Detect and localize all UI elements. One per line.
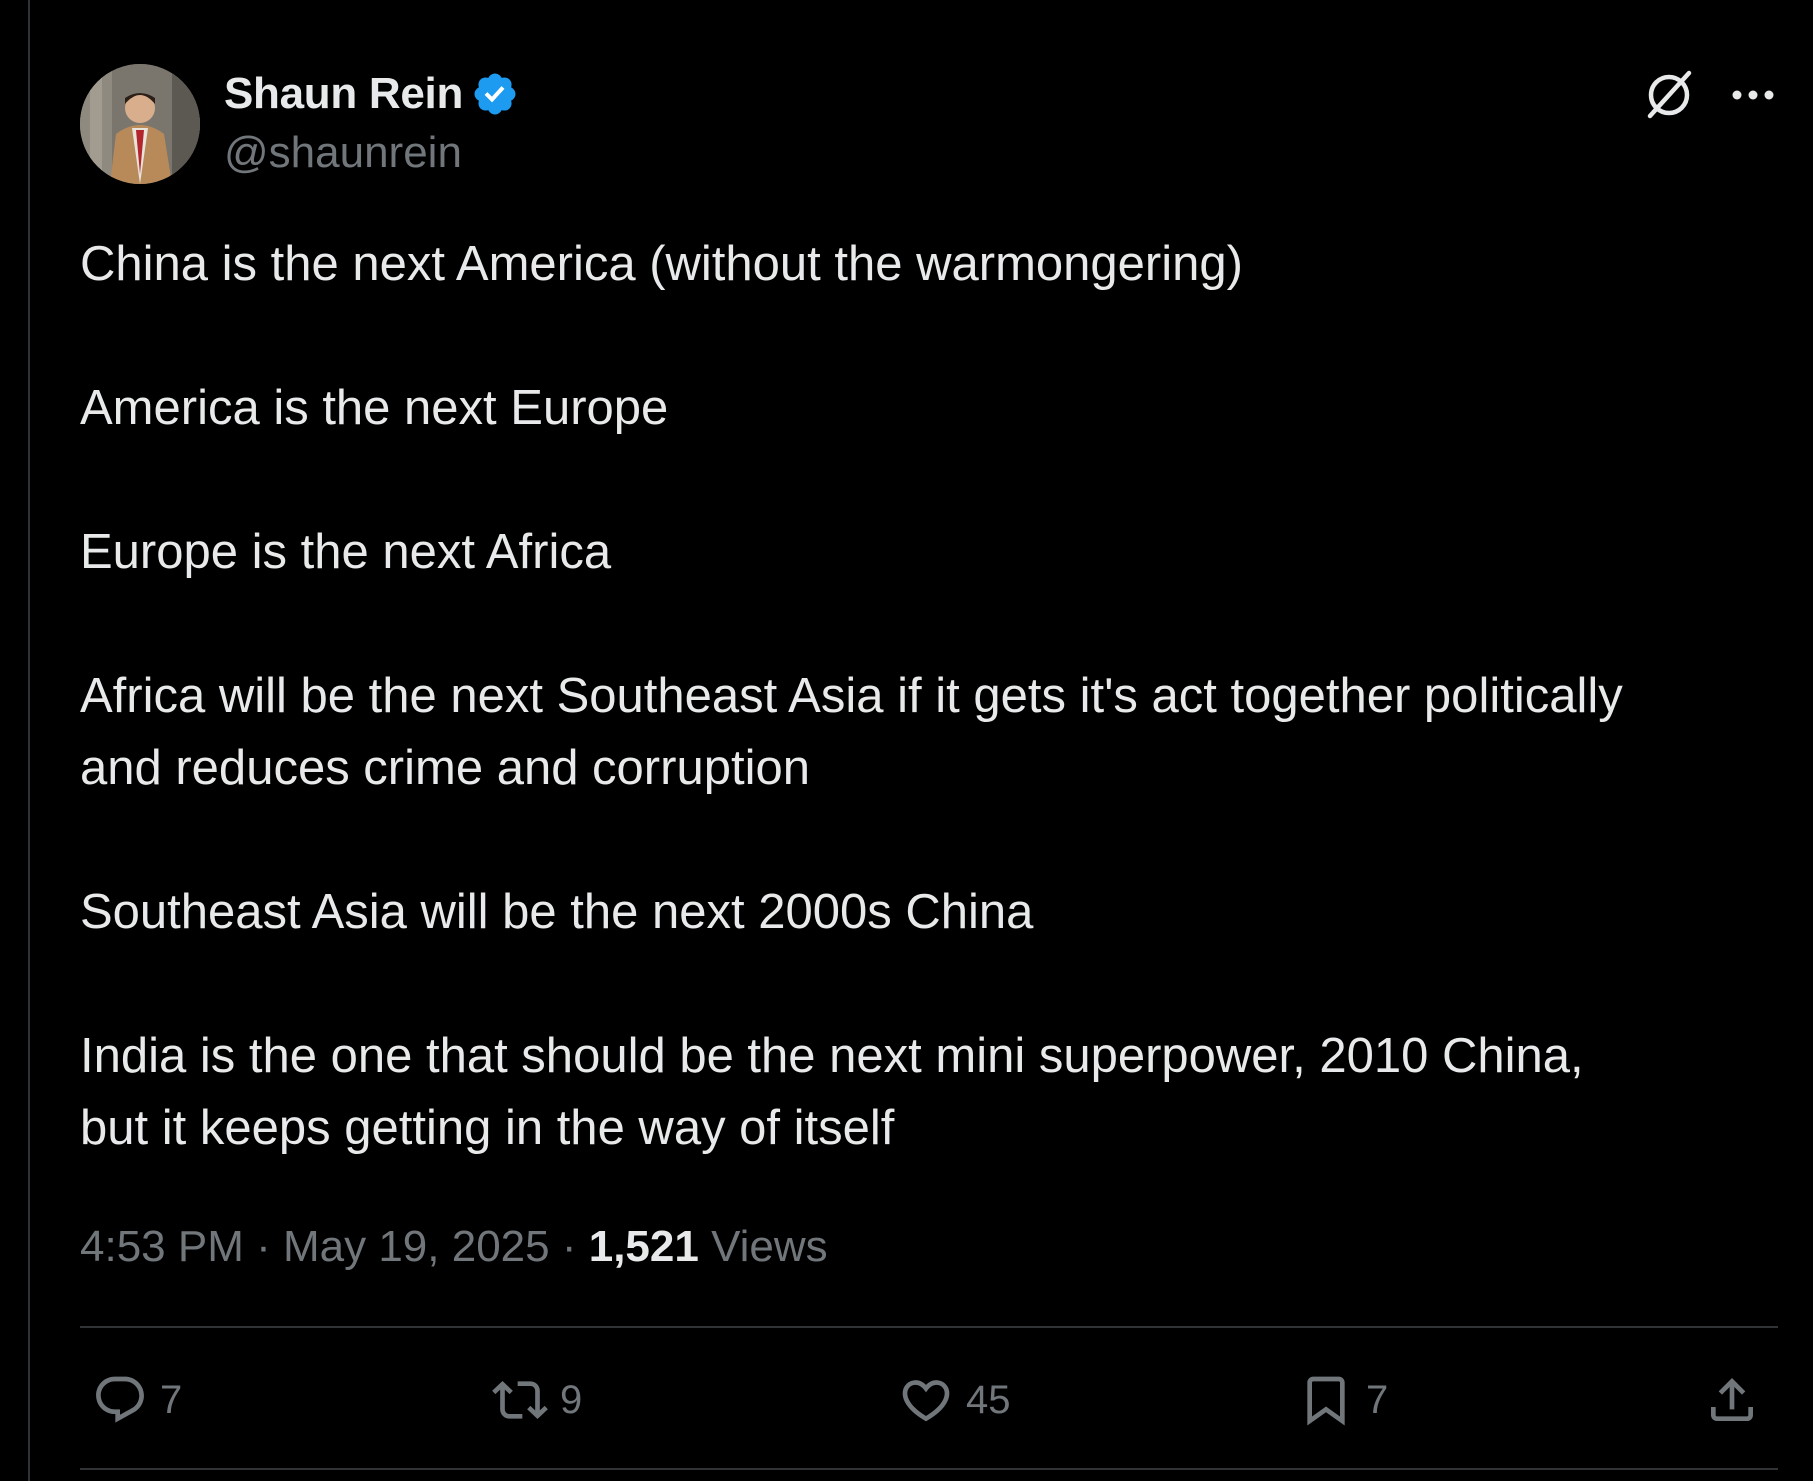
post-line: and reduces crime and corruption — [80, 741, 810, 795]
post-line: but it keeps getting in the way of itsel… — [80, 1101, 895, 1155]
post-time[interactable]: 4:53 PM — [80, 1222, 244, 1271]
meta-separator: · — [549, 1222, 589, 1271]
divider-top — [80, 1326, 1778, 1328]
more-options-icon[interactable] — [1723, 66, 1783, 124]
post: Shaun Rein @shaunrein China is the next … — [80, 0, 1778, 1481]
heart-icon — [902, 1380, 950, 1422]
reply-button[interactable]: 7 — [92, 1360, 182, 1440]
share-icon — [1711, 1378, 1753, 1421]
post-paragraph: Africa will be the next Southeast Asia i… — [80, 660, 1778, 804]
author-display-name[interactable]: Shaun Rein — [224, 69, 463, 119]
share-button[interactable] — [1704, 1360, 1760, 1440]
post-line: Europe is the next Africa — [80, 525, 612, 579]
post-date[interactable]: May 19, 2025 — [283, 1222, 550, 1271]
post-line: China is the next America (without the w… — [80, 237, 1243, 291]
bookmark-count: 7 — [1366, 1377, 1389, 1422]
author-handle[interactable]: @shaunrein — [224, 128, 462, 178]
post-meta: 4:53 PM · May 19, 2025 · 1,521 Views — [80, 1222, 828, 1272]
post-line: Southeast Asia will be the next 2000s Ch… — [80, 885, 1034, 939]
like-count: 45 — [966, 1377, 1011, 1422]
timeline-border — [28, 0, 30, 1481]
grok-icon[interactable] — [1640, 66, 1698, 124]
post-paragraph: China is the next America (without the w… — [80, 228, 1778, 300]
like-button[interactable]: 45 — [898, 1360, 1011, 1440]
author-name-row: Shaun Rein — [224, 66, 519, 122]
post-paragraph: India is the one that should be the next… — [80, 1020, 1778, 1164]
post-paragraph: Europe is the next Africa — [80, 516, 1778, 588]
bookmark-button[interactable]: 7 — [1298, 1360, 1388, 1440]
post-paragraph: Southeast Asia will be the next 2000s Ch… — [80, 876, 1778, 948]
bookmark-icon — [1307, 1376, 1345, 1426]
post-text: China is the next America (without the w… — [80, 228, 1778, 1164]
verified-badge-icon[interactable] — [471, 70, 519, 118]
views-label: Views — [711, 1222, 828, 1271]
meta-separator: · — [243, 1222, 283, 1271]
profile-photo-image — [80, 64, 200, 184]
post-line: America is the next Europe — [80, 381, 669, 435]
reply-count: 7 — [160, 1377, 183, 1422]
reply-icon — [96, 1376, 144, 1423]
repost-icon — [492, 1381, 548, 1419]
post-line: India is the one that should be the next… — [80, 1029, 1584, 1083]
views-count: 1,521 — [588, 1222, 699, 1271]
repost-count: 9 — [560, 1377, 583, 1422]
post-line: Africa will be the next Southeast Asia i… — [80, 669, 1623, 723]
divider-bottom — [80, 1468, 1778, 1470]
post-paragraph: America is the next Europe — [80, 372, 1778, 444]
repost-button[interactable]: 9 — [492, 1360, 582, 1440]
avatar[interactable] — [80, 64, 200, 184]
action-bar: 7 9 45 7 — [80, 1360, 1778, 1440]
